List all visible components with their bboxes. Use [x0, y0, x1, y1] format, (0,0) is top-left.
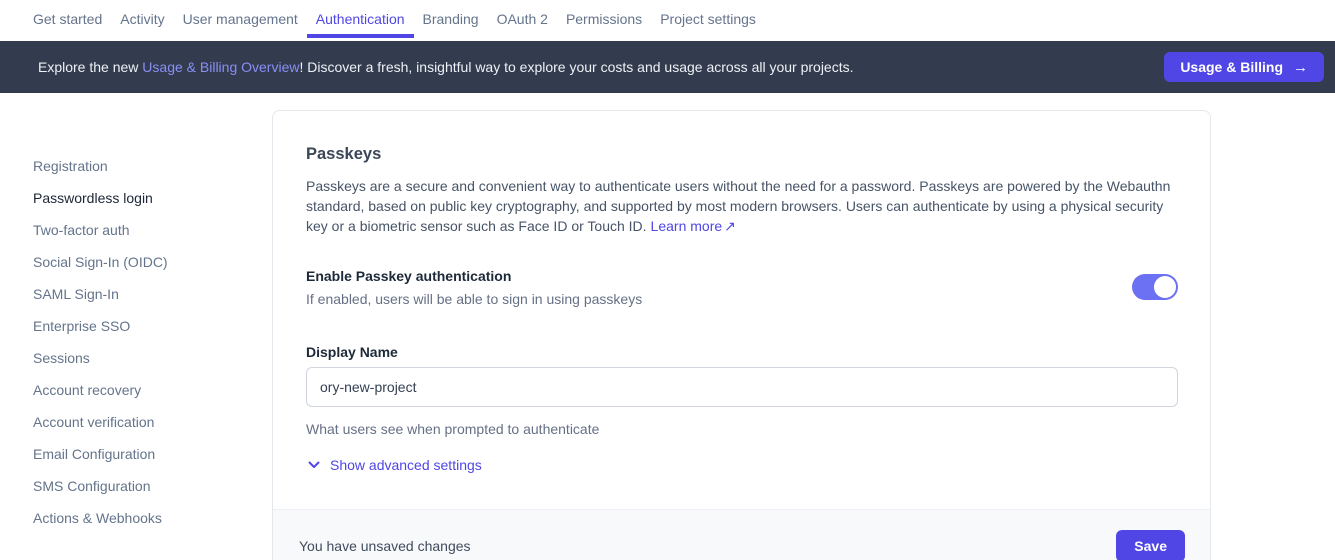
toggle-knob: [1154, 276, 1176, 298]
usage-billing-banner: Explore the new Usage & Billing Overview…: [0, 41, 1335, 93]
usage-billing-overview-link[interactable]: Usage & Billing Overview: [142, 59, 299, 75]
sidebar-item-saml-sign-in[interactable]: SAML Sign-In: [33, 278, 272, 310]
usage-billing-button-label: Usage & Billing: [1180, 59, 1283, 75]
tab-activity[interactable]: Activity: [111, 0, 173, 38]
passkeys-description: Passkeys are a secure and convenient way…: [306, 176, 1178, 236]
chevron-down-icon: [308, 461, 320, 469]
display-name-field: Display Name What users see when prompte…: [306, 344, 1178, 438]
tab-oauth2[interactable]: OAuth 2: [488, 0, 557, 38]
learn-more-label: Learn more: [651, 218, 723, 234]
enable-passkey-row: Enable Passkey authentication If enabled…: [306, 268, 1178, 306]
usage-billing-button[interactable]: Usage & Billing →: [1164, 52, 1324, 82]
settings-sidebar: Registration Passwordless login Two-fact…: [0, 93, 272, 534]
banner-text-suffix: ! Discover a fresh, insightful way to ex…: [299, 59, 853, 75]
tab-branding[interactable]: Branding: [414, 0, 488, 38]
display-name-label: Display Name: [306, 344, 1178, 361]
enable-passkey-label: Enable Passkey authentication: [306, 268, 642, 285]
tab-get-started[interactable]: Get started: [24, 0, 111, 38]
tab-project-settings[interactable]: Project settings: [651, 0, 765, 38]
unsaved-changes-bar: You have unsaved changes Save: [273, 509, 1210, 560]
display-name-input[interactable]: [306, 367, 1178, 407]
sidebar-item-sessions[interactable]: Sessions: [33, 342, 272, 374]
sidebar-item-enterprise-sso[interactable]: Enterprise SSO: [33, 310, 272, 342]
sidebar-item-sms-configuration[interactable]: SMS Configuration: [33, 470, 272, 502]
sidebar-item-account-recovery[interactable]: Account recovery: [33, 374, 272, 406]
tab-permissions[interactable]: Permissions: [557, 0, 651, 38]
sidebar-item-passwordless-login[interactable]: Passwordless login: [33, 182, 272, 214]
tab-user-management[interactable]: User management: [174, 0, 307, 38]
unsaved-changes-text: You have unsaved changes: [299, 538, 471, 554]
display-name-help: What users see when prompted to authenti…: [306, 421, 1178, 438]
passkeys-description-text: Passkeys are a secure and convenient way…: [306, 178, 1170, 234]
learn-more-link[interactable]: Learn more↗: [651, 218, 736, 234]
banner-text-prefix: Explore the new: [38, 59, 142, 75]
top-navigation: Get started Activity User management Aut…: [0, 0, 1335, 38]
external-link-arrow-icon: ↗: [724, 218, 736, 234]
enable-passkey-toggle[interactable]: [1132, 274, 1178, 300]
sidebar-item-account-verification[interactable]: Account verification: [33, 406, 272, 438]
passkeys-settings-card: Passkeys Passkeys are a secure and conve…: [272, 110, 1211, 560]
sidebar-item-registration[interactable]: Registration: [33, 150, 272, 182]
enable-passkey-help: If enabled, users will be able to sign i…: [306, 292, 642, 306]
save-button[interactable]: Save: [1116, 530, 1185, 560]
page-title: Passkeys: [306, 146, 1178, 163]
show-advanced-settings-button[interactable]: Show advanced settings: [306, 457, 482, 473]
sidebar-item-email-configuration[interactable]: Email Configuration: [33, 438, 272, 470]
banner-message: Explore the new Usage & Billing Overview…: [38, 59, 854, 75]
sidebar-item-social-sign-in-oidc[interactable]: Social Sign-In (OIDC): [33, 246, 272, 278]
arrow-right-icon: →: [1293, 59, 1308, 76]
tab-authentication[interactable]: Authentication: [307, 0, 414, 38]
show-advanced-settings-label: Show advanced settings: [330, 457, 482, 473]
sidebar-item-actions-webhooks[interactable]: Actions & Webhooks: [33, 502, 272, 534]
sidebar-item-two-factor-auth[interactable]: Two-factor auth: [33, 214, 272, 246]
